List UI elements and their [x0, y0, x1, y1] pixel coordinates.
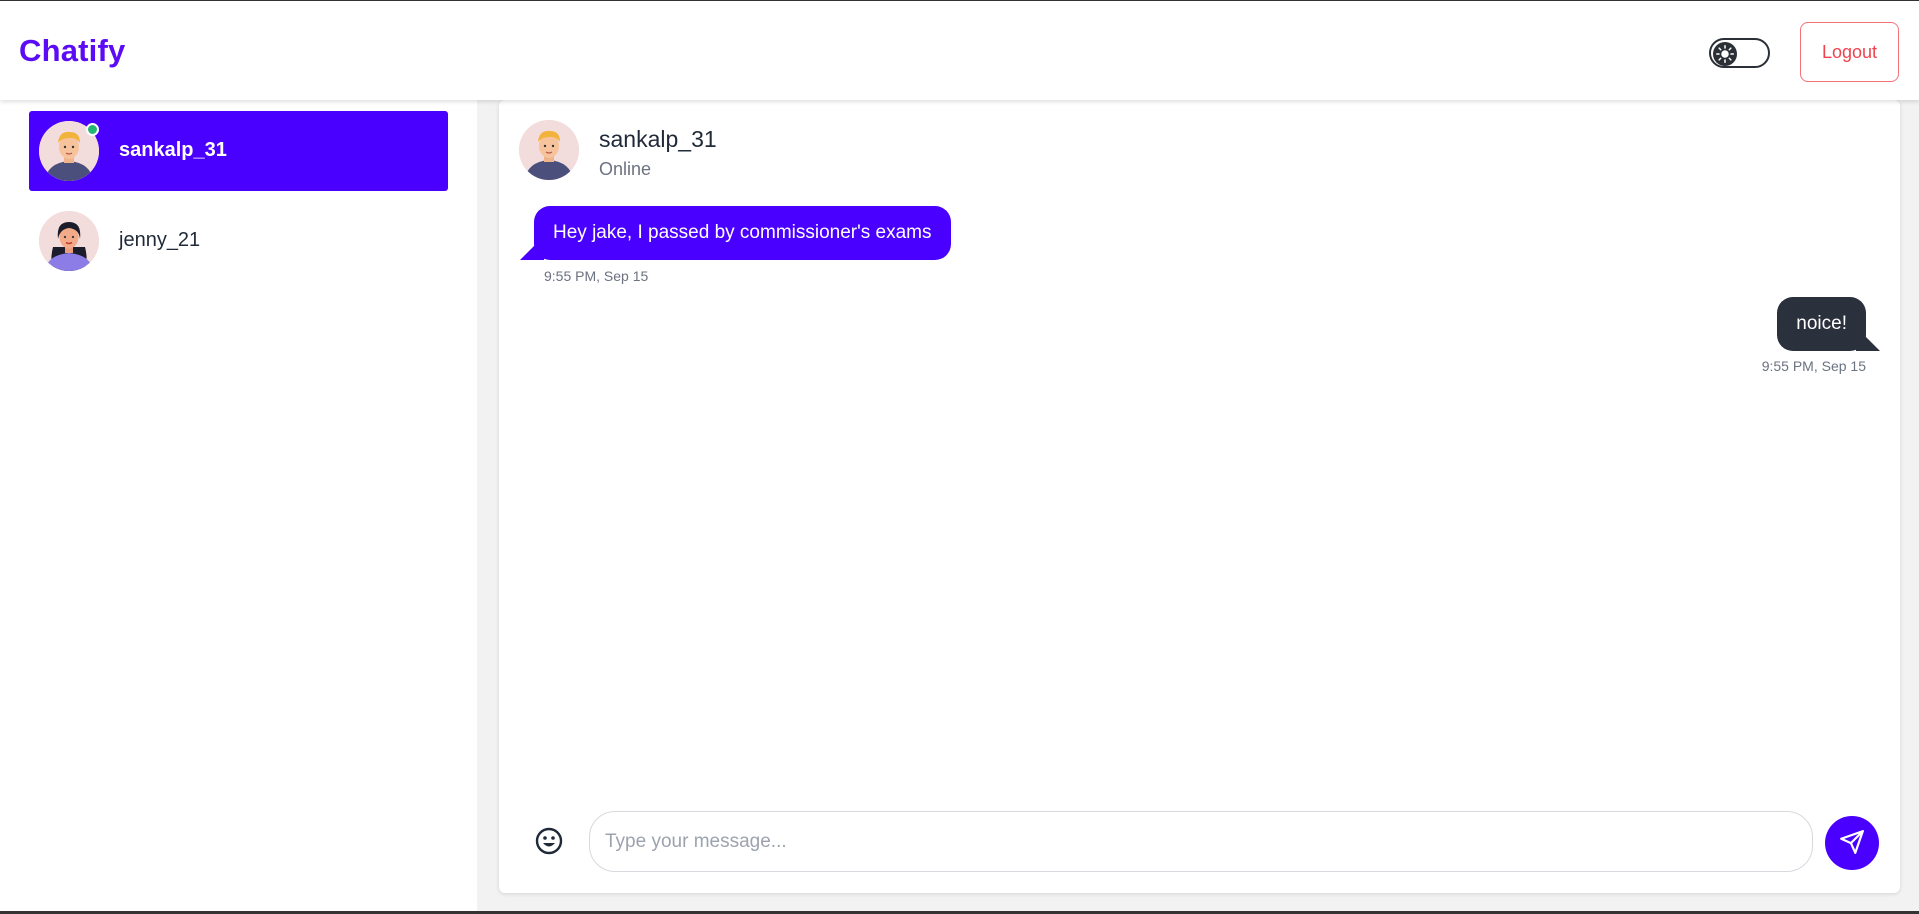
chat-panel: sankalp_31 Online Hey jake, I passed by …	[499, 100, 1900, 893]
contact-item-sankalp[interactable]: sankalp_31	[29, 111, 448, 191]
send-button[interactable]	[1825, 816, 1879, 870]
app-logo[interactable]: Chatify	[19, 33, 125, 69]
sun-icon	[1713, 42, 1737, 66]
smile-icon[interactable]	[533, 825, 565, 857]
chat-contact-status: Online	[599, 159, 652, 179]
message-timestamp: 9:55 PM, Sep 15	[544, 268, 649, 284]
avatar	[39, 121, 99, 181]
top-navbar: Chatify Logout	[0, 1, 1919, 100]
contact-name: jenny_21	[119, 229, 201, 251]
online-status-dot	[86, 123, 99, 136]
chat-header-avatar	[519, 120, 579, 180]
male-avatar-icon	[519, 120, 579, 180]
contact-item-jenny[interactable]: jenny_21	[29, 201, 448, 281]
contact-name: sankalp_31	[119, 139, 227, 161]
female-avatar-icon	[39, 211, 99, 271]
theme-toggle[interactable]	[1709, 38, 1770, 68]
message-input[interactable]	[589, 811, 1813, 872]
outgoing-message-bubble: noice!	[1777, 297, 1866, 351]
contacts-sidebar: sankalp_31 jenny_21	[0, 100, 477, 911]
logout-button[interactable]: Logout	[1800, 22, 1899, 82]
chat-contact-name: sankalp_31	[599, 126, 717, 152]
avatar	[39, 211, 99, 271]
incoming-message-bubble: Hey jake, I passed by commissioner's exa…	[534, 206, 951, 260]
send-icon	[1839, 829, 1865, 858]
message-timestamp: 9:55 PM, Sep 15	[1761, 358, 1866, 374]
